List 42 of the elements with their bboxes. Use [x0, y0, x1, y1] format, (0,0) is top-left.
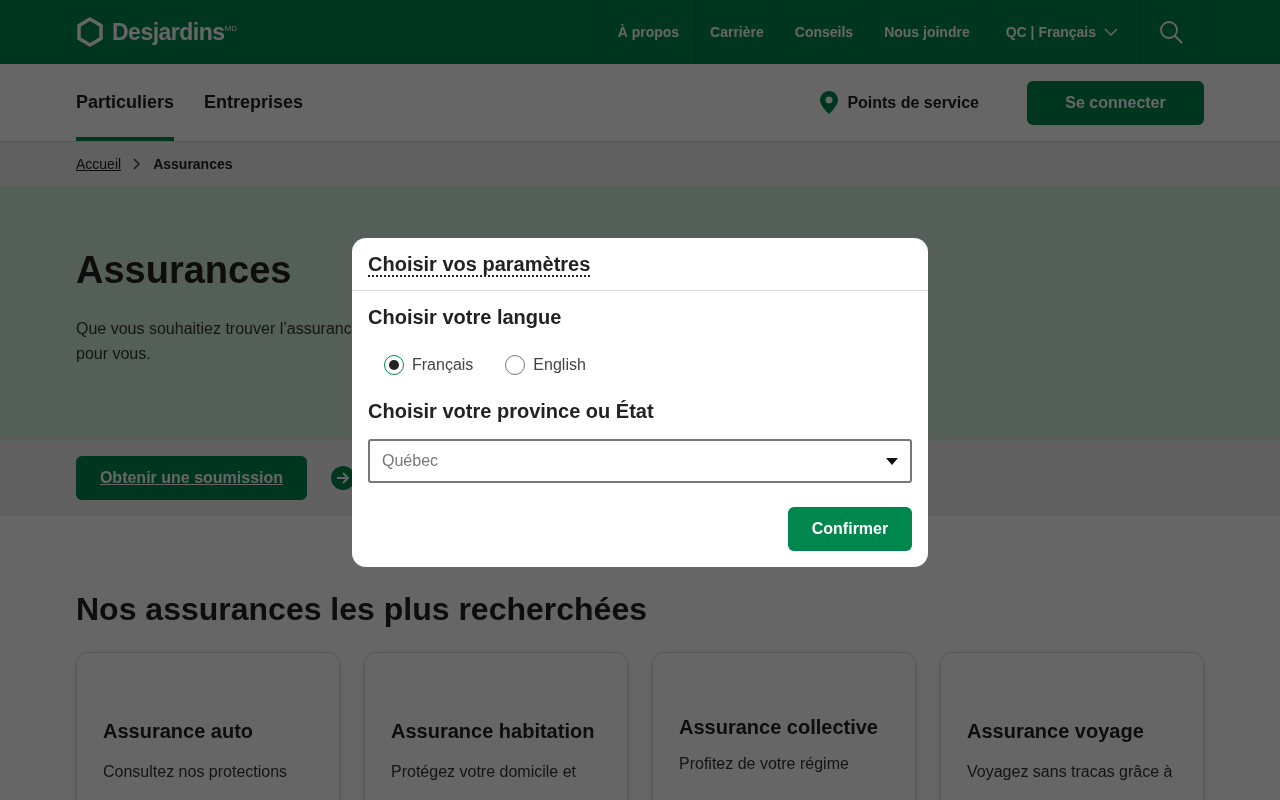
breadcrumb-link[interactable]: Accueil — [76, 153, 122, 175]
hero-text-line: pour vous. — [76, 343, 151, 364]
top-nav-link[interactable]: Nous joindre — [868, 0, 985, 64]
breadcrumb-current: Assurances — [153, 154, 233, 174]
province-heading: Choisir votre province ou État — [368, 399, 655, 423]
dialog-title: Choisir vos paramètres — [368, 253, 591, 277]
service-points-link[interactable]: Points de service — [847, 90, 979, 115]
region-language-menu[interactable]: QC | Français — [984, 0, 1138, 64]
dropdown-caret-icon — [886, 457, 898, 465]
card-title: Assurance voyage — [967, 719, 1145, 744]
search-icon — [1159, 20, 1183, 44]
language-heading: Choisir votre langue — [368, 305, 563, 329]
product-card[interactable]: Assurance collective Profitez de votre régime — [652, 652, 916, 800]
product-card[interactable]: Assurance habitation Protégez votre domicile et — [364, 652, 628, 800]
top-nav-link[interactable]: Conseils — [778, 0, 869, 64]
card-text: Protégez votre domicile et — [391, 762, 577, 783]
chevron-right-icon — [133, 158, 142, 170]
card-title: Assurance habitation — [391, 719, 596, 744]
confirm-button[interactable]: Confirmer — [788, 507, 912, 551]
location-pin-icon — [819, 90, 840, 115]
top-nav-link[interactable]: Carrière — [694, 0, 779, 64]
card-title: Assurance auto — [103, 719, 255, 744]
chevron-down-icon — [1104, 28, 1118, 36]
card-title: Assurance collective — [679, 715, 879, 740]
logo-text[interactable]: Desjardins — [112, 14, 225, 50]
product-card[interactable]: Assurance auto Consultez nos protections — [76, 652, 340, 800]
province-select[interactable]: Québec — [368, 439, 912, 483]
logo-icon — [76, 17, 104, 47]
hero-text-line: Que vous souhaitiez trouver l’assuranc — [76, 318, 352, 339]
trademark-mark: MD — [224, 23, 238, 33]
product-card[interactable]: Assurance voyage Voyagez sans tracas grâce à — [940, 652, 1204, 800]
language-radio-option[interactable]: Français — [384, 353, 474, 377]
language-radio-option[interactable]: English — [505, 353, 586, 377]
login-button[interactable]: Se connecter — [1027, 80, 1204, 125]
top-nav-link[interactable]: À propos — [601, 0, 695, 64]
section-tab[interactable]: Entreprises — [204, 64, 304, 141]
section-title: Nos assurances les plus recherchées — [76, 590, 648, 629]
card-text: Voyagez sans tracas grâce à — [967, 762, 1174, 783]
page-title: Assurances — [76, 248, 292, 293]
card-text: Consultez nos protections — [103, 762, 289, 783]
card-text: Profitez de votre régime — [679, 754, 850, 775]
quote-button[interactable]: Obtenir une soumission — [76, 456, 307, 500]
